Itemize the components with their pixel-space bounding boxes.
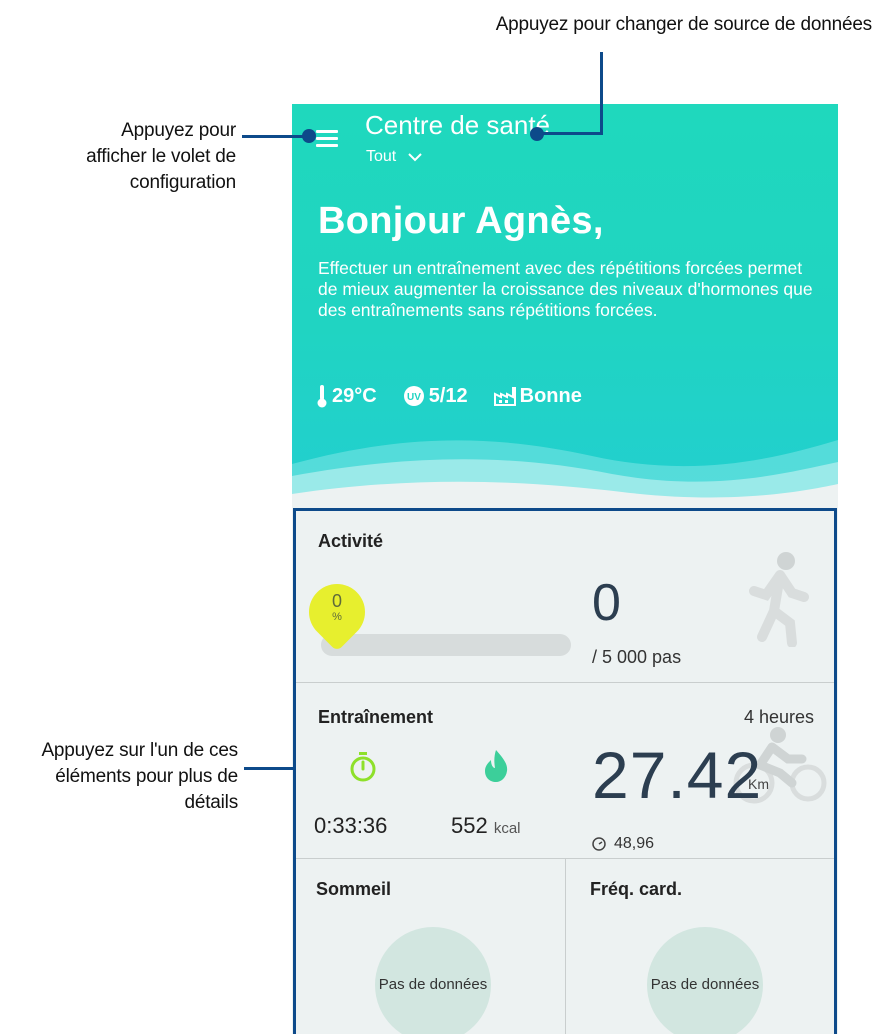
callout-dot-menu [302,129,316,143]
callout-menu: Appuyez pour afficher le volet de config… [86,120,236,193]
callout-source: Appuyez pour changer de source de donnée… [495,14,873,35]
training-title: Entraînement [318,707,434,727]
flame-icon [485,750,508,782]
uv-icon: UV [403,386,424,406]
callout-line-source-horizontal [536,132,603,135]
thermometer-icon [317,385,327,408]
callout-line-cards [244,767,295,770]
data-source-label: Tout [366,148,397,165]
callout-cards: Appuyez sur l'un de ces éléments pour pl… [41,740,238,813]
walking-person-icon [749,552,809,647]
menu-icon[interactable] [316,130,338,148]
sleep-title: Sommeil [316,879,392,899]
svg-text:UV: UV [407,392,421,403]
uv-index: UV 5/12 [403,385,468,408]
training-distance: 27.42 [592,738,763,812]
factory-icon [493,387,516,406]
cards-group: Activité 0 % 0 / 5 000 pas Entraînement … [293,508,837,1034]
callout-line-source-vertical [600,52,603,134]
heart-rate-title: Fréq. card. [590,879,683,899]
heart-rate-card[interactable]: Fréq. card. Pas de données [567,859,834,1034]
activity-card[interactable]: Activité 0 % 0 / 5 000 pas [296,511,834,683]
speedometer-icon [592,837,606,851]
training-calories: 552 kcal [451,813,521,838]
progress-value: 0 % [331,591,342,623]
air-quality: Bonne [493,385,582,408]
training-card[interactable]: Entraînement 4 heures 0:33:36 552 kcal 2… [296,683,834,859]
weather-bar: 29°C UV 5/12 Bonne [316,384,608,408]
health-tip: Effectuer un entraînement avec des répét… [318,258,813,320]
wave-decoration [292,440,838,508]
health-center-screen: Centre de santé Tout Bonjour Agnès, Effe… [292,104,838,1034]
sleep-no-data: Pas de données [375,927,491,1034]
distance-unit: Km [748,776,769,792]
steps-goal: / 5 000 pas [592,647,682,667]
training-speed: 48,96 [592,835,654,853]
heart-rate-no-data: Pas de données [647,927,763,1034]
training-time: 0:33:36 [314,813,388,838]
sleep-card[interactable]: Sommeil Pas de données [296,859,566,1034]
steps-count: 0 [592,574,621,632]
callout-line-menu [242,135,308,138]
stopwatch-icon [350,752,376,782]
activity-progress-bar [321,634,571,656]
app-title: Centre de santé [365,110,551,140]
activity-title: Activité [318,531,384,551]
header: Centre de santé Tout Bonjour Agnès, Effe… [292,104,838,508]
chevron-down-icon [408,153,422,162]
temperature: 29°C [316,384,377,408]
greeting: Bonjour Agnès, [318,200,604,242]
callout-dot-source [530,127,544,141]
data-source-selector[interactable]: Tout [366,148,422,166]
